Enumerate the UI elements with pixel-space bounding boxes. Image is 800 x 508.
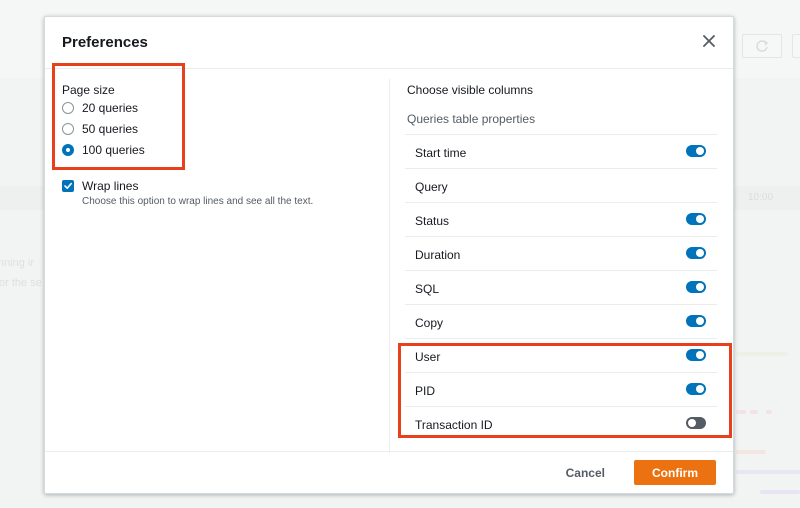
column-label: Copy [415, 316, 444, 330]
cancel-button[interactable]: Cancel [562, 461, 609, 485]
preferences-modal: Preferences Page size 20 queries 50 quer… [44, 16, 734, 494]
column-row-status: Status [405, 202, 717, 236]
toggle-knob [696, 147, 704, 155]
column-row-duration: Duration [405, 236, 717, 270]
wrap-lines-label: Wrap lines [82, 179, 139, 193]
column-toggle[interactable] [686, 349, 706, 361]
column-toggle[interactable] [686, 247, 706, 259]
toggle-knob [696, 317, 704, 325]
column-label: SQL [415, 282, 440, 296]
column-row-user: User [405, 338, 717, 372]
toggle-knob [696, 385, 704, 393]
toggle-knob [696, 249, 704, 257]
page-size-label: Page size [62, 83, 115, 97]
radio-button-selected[interactable] [62, 144, 74, 156]
column-row-query: Query [405, 168, 717, 202]
radio-label: 50 queries [82, 122, 139, 136]
checkmark-icon [64, 182, 72, 189]
column-label: PID [415, 384, 436, 398]
close-button[interactable] [700, 32, 718, 50]
column-toggle[interactable] [686, 417, 706, 429]
column-divider [389, 79, 390, 453]
modal-footer: Cancel Confirm [45, 451, 733, 493]
visible-columns-title: Choose visible columns [407, 83, 534, 97]
column-toggle[interactable] [686, 213, 706, 225]
column-row-start-time: Start time [405, 134, 717, 168]
column-toggle[interactable] [686, 145, 706, 157]
column-toggle[interactable] [686, 383, 706, 395]
toggle-knob [696, 283, 704, 291]
page-size-option-20[interactable]: 20 queries [62, 99, 138, 117]
wrap-lines-option[interactable]: Wrap lines Choose this option to wrap li… [62, 179, 313, 207]
column-toggle[interactable] [686, 281, 706, 293]
column-toggle[interactable] [686, 315, 706, 327]
close-icon [703, 35, 715, 47]
wrap-lines-checkbox[interactable] [62, 180, 74, 192]
toggle-knob [688, 419, 696, 427]
radio-button[interactable] [62, 123, 74, 135]
column-label: Start time [415, 146, 467, 160]
column-label: Query [415, 180, 448, 194]
wrap-lines-text: Wrap lines Choose this option to wrap li… [82, 179, 313, 207]
radio-label: 100 queries [82, 143, 145, 157]
column-label: User [415, 350, 441, 364]
radio-label: 20 queries [82, 101, 139, 115]
column-label: Status [415, 214, 450, 228]
visible-columns-list: Start time Query Status Duration SQL Cop… [405, 134, 717, 440]
column-row-sql: SQL [405, 270, 717, 304]
page-size-option-100[interactable]: 100 queries [62, 141, 145, 159]
toggle-knob [696, 215, 704, 223]
confirm-button[interactable]: Confirm [634, 460, 716, 485]
modal-header: Preferences [45, 17, 733, 69]
column-row-pid: PID [405, 372, 717, 406]
column-row-transaction-id: Transaction ID [405, 406, 717, 440]
column-label: Transaction ID [415, 418, 493, 432]
page-size-option-50[interactable]: 50 queries [62, 120, 138, 138]
wrap-lines-description: Choose this option to wrap lines and see… [82, 196, 314, 207]
radio-button[interactable] [62, 102, 74, 114]
toggle-knob [696, 351, 704, 359]
modal-title: Preferences [62, 34, 148, 51]
visible-columns-subtitle: Queries table properties [407, 112, 536, 126]
column-row-copy: Copy [405, 304, 717, 338]
column-label: Duration [415, 248, 461, 262]
